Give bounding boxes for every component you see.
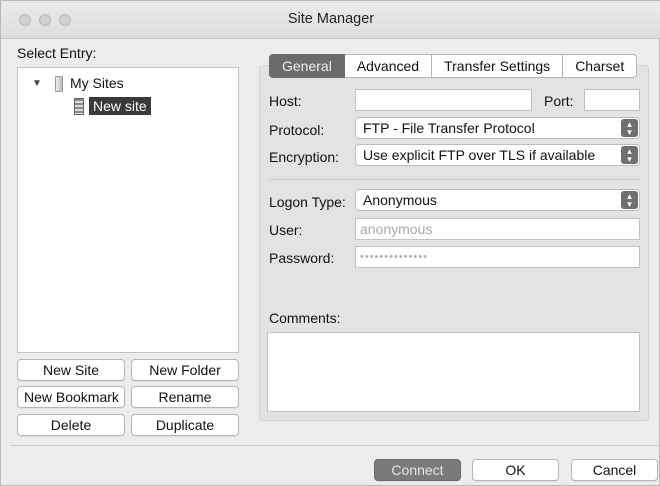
delete-button[interactable]: Delete [17, 414, 125, 436]
duplicate-button[interactable]: Duplicate [131, 414, 239, 436]
port-input[interactable] [584, 89, 640, 111]
tree-item-label: New site [89, 97, 151, 115]
tab-advanced[interactable]: Advanced [344, 54, 433, 78]
tree-item-new-site[interactable]: New site [72, 95, 151, 117]
rename-button[interactable]: Rename [131, 386, 239, 408]
logon-type-select[interactable]: Anonymous ▴ ▾ [355, 189, 640, 211]
logon-type-label: Logon Type: [269, 194, 346, 210]
new-site-button[interactable]: New Site [17, 359, 125, 381]
section-divider [269, 179, 641, 180]
tab-bar: General Advanced Transfer Settings Chars… [269, 54, 638, 78]
host-input[interactable] [355, 89, 532, 111]
user-label: User: [269, 222, 303, 238]
ok-button[interactable]: OK [472, 459, 559, 481]
select-stepper-icon: ▴ ▾ [621, 191, 638, 209]
window-title: Site Manager [287, 11, 375, 27]
tree-item-label: My Sites [70, 75, 124, 91]
encryption-label: Encryption: [269, 149, 340, 165]
connect-button[interactable]: Connect [374, 459, 461, 481]
server-icon [72, 98, 84, 115]
tab-charset[interactable]: Charset [563, 54, 638, 78]
host-label: Host: [269, 93, 302, 109]
user-input[interactable]: anonymous [355, 218, 640, 240]
comments-label: Comments: [269, 310, 341, 326]
select-stepper-icon: ▴ ▾ [621, 119, 638, 137]
new-bookmark-button[interactable]: New Bookmark [17, 386, 125, 408]
comments-textarea[interactable] [267, 332, 640, 412]
tab-general[interactable]: General [269, 54, 345, 78]
protocol-select[interactable]: FTP - File Transfer Protocol ▴ ▾ [355, 117, 640, 139]
site-manager-window: Site Manager Select Entry: ▼ My Sites Ne… [0, 0, 660, 486]
new-folder-button[interactable]: New Folder [131, 359, 239, 381]
select-entry-label: Select Entry: [17, 45, 97, 61]
title-bar: Site Manager [1, 1, 660, 39]
logon-type-value: Anonymous [363, 192, 437, 208]
footer-divider [10, 445, 660, 446]
folder-icon [52, 75, 65, 92]
password-input[interactable]: •••••••••••••• [355, 246, 640, 268]
protocol-label: Protocol: [269, 122, 325, 138]
tree-item-my-sites[interactable]: ▼ My Sites [32, 72, 124, 94]
select-stepper-icon: ▴ ▾ [621, 146, 638, 164]
port-label: Port: [544, 93, 574, 109]
disclosure-triangle-icon[interactable]: ▼ [32, 78, 46, 89]
protocol-value: FTP - File Transfer Protocol [363, 120, 535, 136]
cancel-button[interactable]: Cancel [571, 459, 658, 481]
encryption-select[interactable]: Use explicit FTP over TLS if available ▴… [355, 144, 640, 166]
password-label: Password: [269, 250, 335, 266]
tab-transfer-settings[interactable]: Transfer Settings [432, 54, 564, 78]
site-tree[interactable]: ▼ My Sites New site [17, 67, 239, 353]
encryption-value: Use explicit FTP over TLS if available [363, 147, 596, 163]
